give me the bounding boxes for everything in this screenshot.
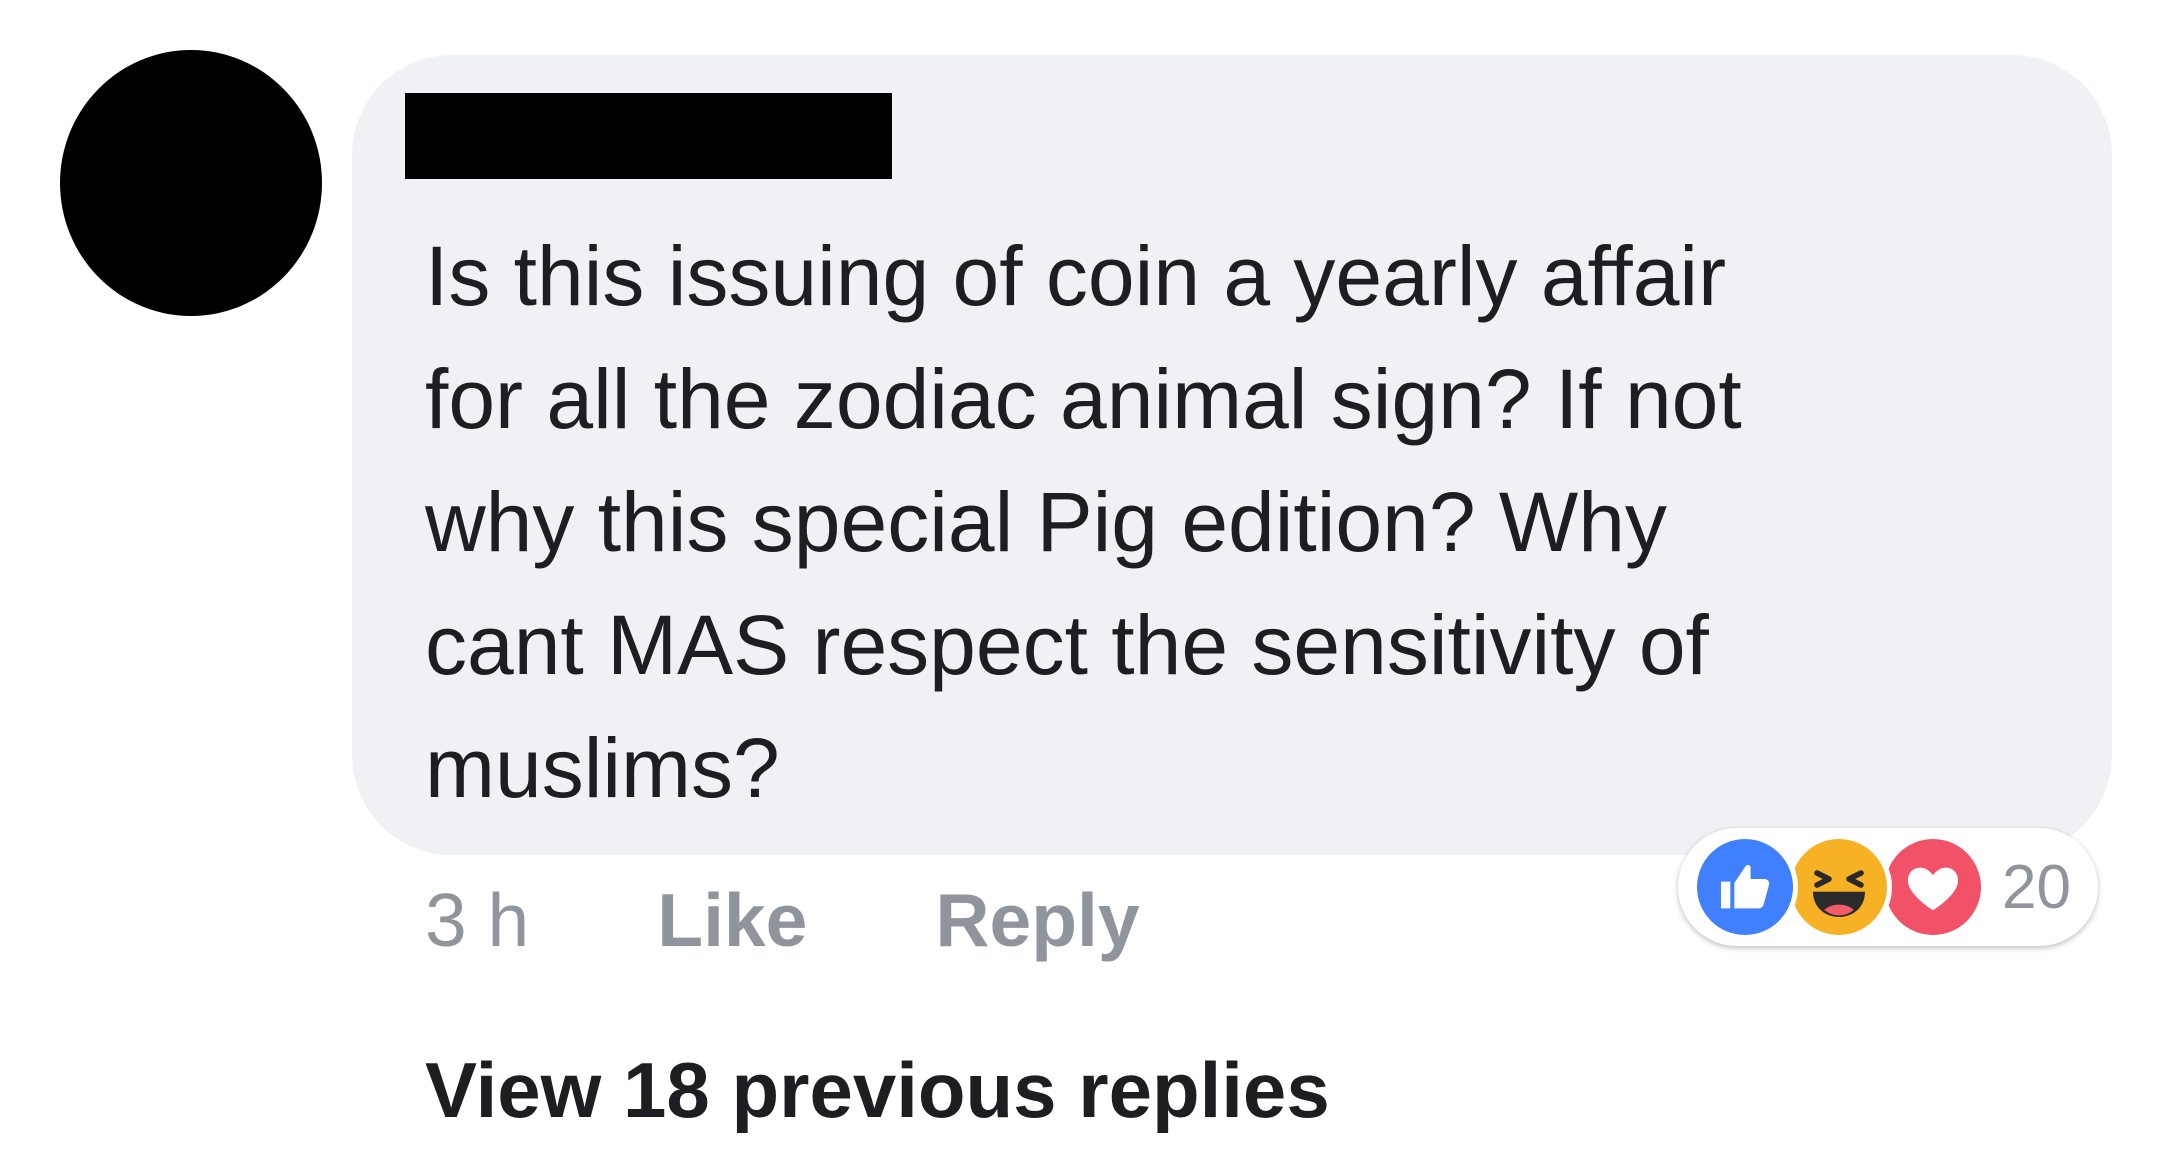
reactions-summary[interactable]: 20 (1678, 828, 2098, 946)
comment-timestamp[interactable]: 3 h (425, 877, 529, 963)
avatar[interactable] (60, 50, 322, 316)
reaction-count: 20 (2002, 852, 2071, 922)
like-icon (1692, 834, 1798, 940)
author-name-redacted[interactable] (405, 93, 892, 179)
reply-button[interactable]: Reply (935, 877, 1139, 963)
comment-text: Is this issuing of coin a yearly affair … (425, 229, 1742, 815)
haha-icon (1786, 834, 1892, 940)
like-button[interactable]: Like (657, 877, 807, 963)
view-previous-replies-link[interactable]: View 18 previous replies (425, 1045, 1330, 1136)
love-icon (1880, 834, 1986, 940)
comment-actions: 3 h Like Reply (425, 870, 1140, 970)
